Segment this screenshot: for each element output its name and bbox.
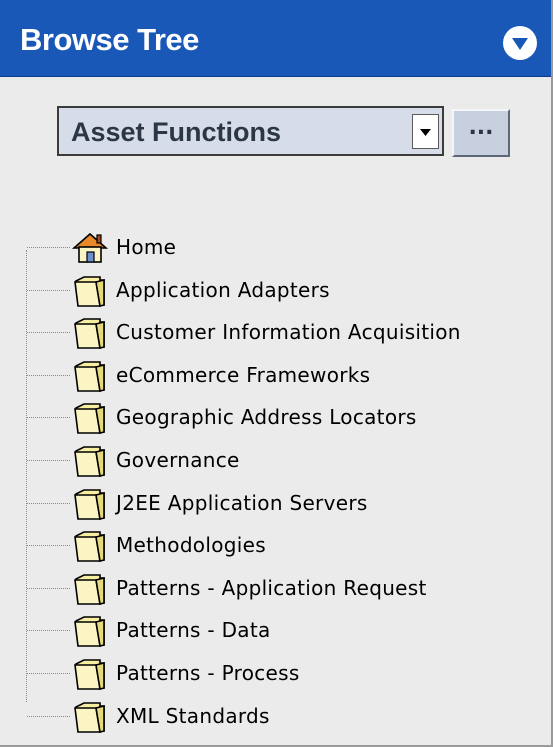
tree-connector-branch — [27, 502, 70, 504]
tree-connector-branch — [27, 630, 70, 632]
chevron-down-circle-icon[interactable] — [503, 26, 537, 60]
folder-icon[interactable] — [70, 486, 110, 522]
panel-title: Browse Tree — [20, 22, 199, 57]
tree-item[interactable]: Governance — [0, 439, 551, 481]
tree-item-label[interactable]: Patterns - Process — [116, 661, 300, 685]
tree-item[interactable]: Patterns - Process — [0, 652, 551, 694]
folder-icon[interactable] — [70, 699, 110, 735]
tree-item-label[interactable]: J2EE Application Servers — [116, 491, 368, 515]
folder-icon[interactable] — [70, 273, 110, 309]
asset-category-select[interactable]: Asset Functions — [57, 106, 444, 156]
tree-connector-branch — [27, 587, 70, 589]
tree-item-label[interactable]: Patterns - Data — [116, 618, 271, 642]
folder-icon[interactable] — [70, 571, 110, 607]
browse-tree: Home Application Adapters Customer Infor… — [0, 226, 551, 733]
select-value: Asset Functions — [71, 117, 282, 147]
tree-connector-branch — [27, 673, 70, 674]
tree-item[interactable]: Application Adapters — [0, 269, 551, 311]
folder-icon[interactable] — [70, 613, 110, 649]
folder-icon[interactable] — [70, 528, 110, 564]
tree-item[interactable]: Patterns - Application Request — [0, 567, 551, 609]
tree-item[interactable]: Customer Information Acquisition — [0, 311, 551, 353]
folder-icon[interactable] — [70, 400, 110, 436]
tree-item[interactable]: Methodologies — [0, 524, 551, 566]
folder-icon[interactable] — [70, 443, 110, 479]
tree-item-label[interactable]: eCommerce Frameworks — [116, 363, 370, 387]
tree-item[interactable]: XML Standards — [0, 695, 551, 737]
tree-connector-branch — [27, 332, 70, 334]
tree-connector-branch — [27, 715, 70, 717]
tree-item-label[interactable]: Patterns - Application Request — [116, 576, 427, 600]
tree-connector-branch — [27, 247, 70, 248]
dropdown-arrow-icon[interactable] — [412, 114, 439, 149]
tree-item-label[interactable]: Customer Information Acquisition — [116, 320, 461, 344]
home-icon[interactable] — [70, 230, 110, 266]
more-options-button[interactable]: ... — [452, 109, 510, 157]
tree-item-label[interactable]: Application Adapters — [116, 278, 330, 302]
tree-item[interactable]: J2EE Application Servers — [0, 482, 551, 524]
tree-item[interactable]: eCommerce Frameworks — [0, 354, 551, 396]
tree-item-label[interactable]: XML Standards — [116, 704, 270, 728]
folder-icon[interactable] — [70, 358, 110, 394]
tree-item[interactable]: Home — [0, 226, 551, 268]
tree-connector-branch — [27, 460, 70, 461]
tree-item-label[interactable]: Home — [116, 235, 176, 259]
browse-tree-panel: Browse Tree Asset Functions ... Home App… — [0, 0, 553, 747]
tree-item-label[interactable]: Methodologies — [116, 533, 266, 557]
tree-connector-branch — [27, 545, 70, 547]
panel-header: Browse Tree — [0, 0, 551, 77]
folder-icon[interactable] — [70, 315, 110, 351]
tree-connector-branch — [27, 289, 70, 291]
tree-item-label[interactable]: Geographic Address Locators — [116, 405, 417, 429]
tree-item[interactable]: Patterns - Data — [0, 609, 551, 651]
folder-icon[interactable] — [70, 656, 110, 692]
tree-item[interactable]: Geographic Address Locators — [0, 396, 551, 438]
tree-connector-branch — [27, 417, 70, 419]
tree-item-label[interactable]: Governance — [116, 448, 240, 472]
tree-connector-branch — [27, 374, 70, 376]
